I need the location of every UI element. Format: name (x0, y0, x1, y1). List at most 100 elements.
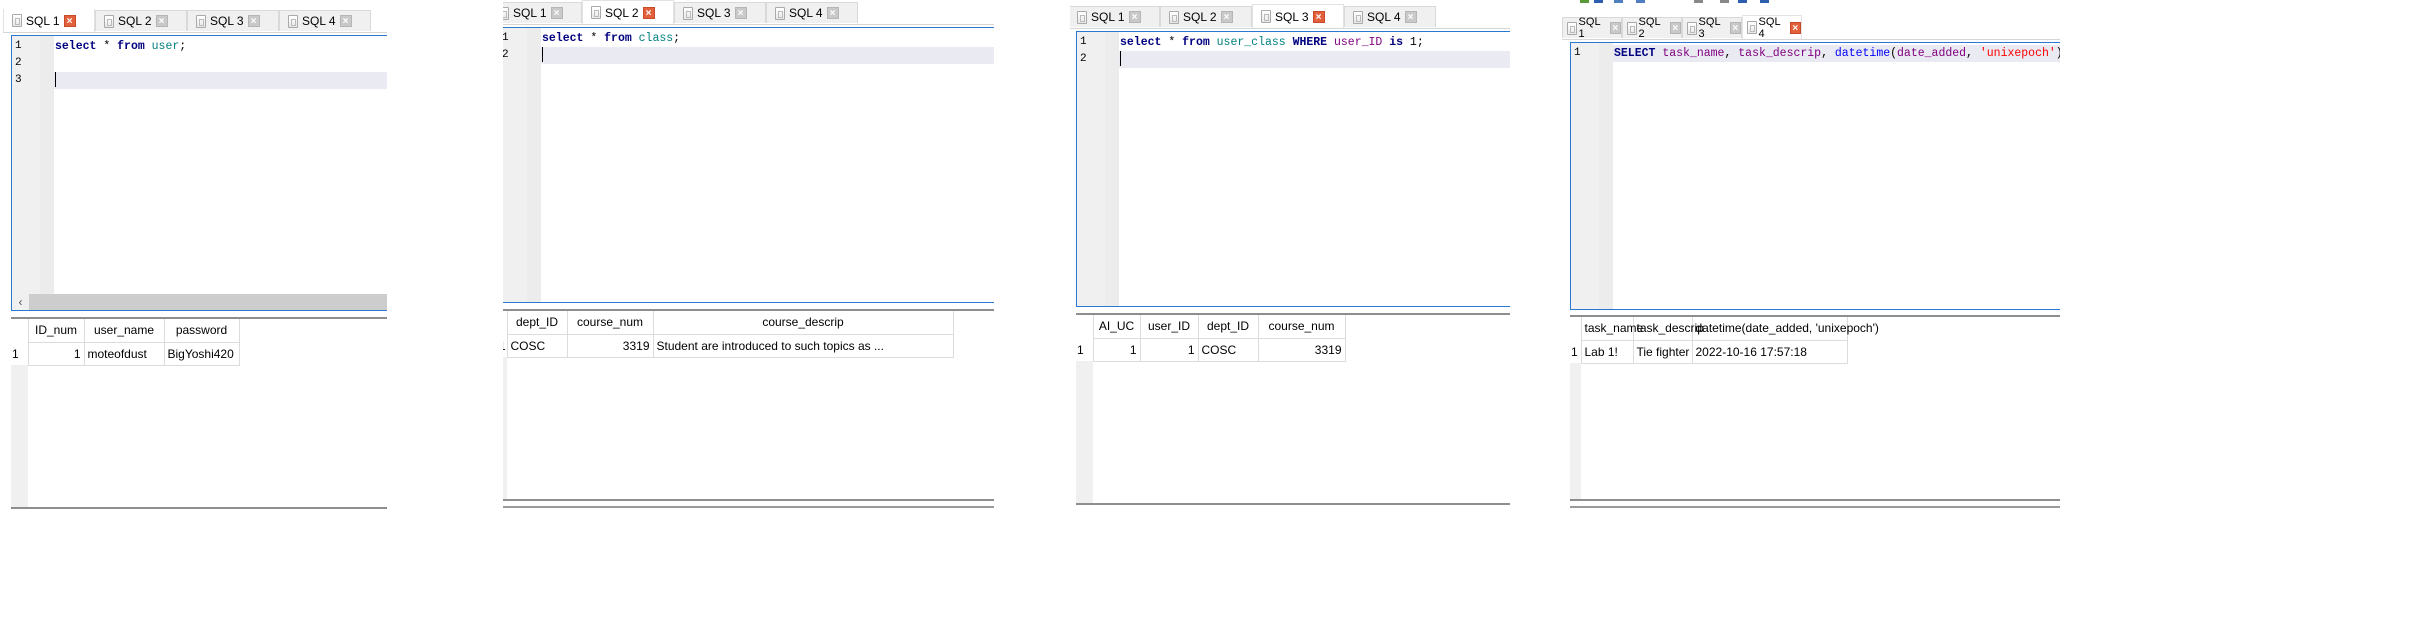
close-tab-icon[interactable]: × (1789, 21, 1802, 34)
sql-text: , (1821, 47, 1835, 60)
close-tab-icon[interactable]: × (1729, 22, 1742, 34)
line-number-gutter (1077, 32, 1105, 306)
sql-editor[interactable]: 1 SELECT task_name, task_descrip, datetim… (1570, 42, 2060, 310)
sql-column-name: task_name (1662, 47, 1725, 60)
toolbar-button-icon[interactable] (1720, 0, 1729, 3)
tab-sql-4[interactable]: SQL 4 × (1344, 6, 1436, 27)
table-cell[interactable]: COSC (1197, 337, 1259, 362)
close-tab-icon[interactable]: × (1669, 22, 1682, 34)
column-header[interactable]: dept_ID (1197, 315, 1259, 339)
code-line[interactable] (541, 47, 994, 64)
chevron-left-icon[interactable]: ‹ (12, 294, 29, 310)
panel-content: SQL 1 × SQL 2 × SQL 3 × SQL 4 × 1 SELECT task_nam… (1562, 0, 2060, 512)
table-row[interactable]: 1Lab 1!Tie fighter lab2022-10-16 17:57:1… (1570, 339, 1848, 364)
tab-sql-1[interactable]: SQL 1 × (1070, 6, 1160, 27)
close-tab-icon[interactable]: × (1128, 11, 1141, 23)
column-header[interactable]: dept_ID (506, 311, 568, 335)
close-tab-icon[interactable]: × (155, 15, 168, 27)
tab-sql-4[interactable]: SQL 4 × (279, 10, 371, 31)
column-header[interactable]: course_num (1257, 315, 1346, 339)
table-cell[interactable]: BigYoshi420 (163, 341, 240, 366)
table-cell[interactable]: moteofdust (83, 341, 165, 366)
code-line[interactable] (54, 55, 387, 72)
tab-sql-4[interactable]: SQL 4 × (766, 2, 858, 23)
close-tab-icon[interactable]: × (550, 7, 563, 19)
column-header[interactable]: ID_num (27, 319, 85, 343)
tab-sql-1[interactable]: SQL 1 × (1562, 16, 1622, 40)
toolbar-button-icon[interactable] (1594, 0, 1603, 3)
table-cell[interactable]: Lab 1! (1580, 339, 1634, 364)
toolbar-button-icon[interactable] (1580, 0, 1589, 3)
sql-column-name: task_descrip (1738, 47, 1822, 60)
tab-sql-3[interactable]: SQL 3 × (187, 10, 279, 31)
code-line[interactable]: SELECT task_name, task_descrip, datetime… (1613, 45, 2060, 62)
document-icon (104, 14, 114, 28)
results-grid: AI_UC user_ID dept_ID course_num 1 1 1 COSC 3319 (1076, 313, 1510, 505)
toolbar-button-icon[interactable] (1760, 0, 1769, 3)
table-row[interactable]: 1COSC3319Student are introduced to such … (503, 333, 954, 358)
tab-sql-2[interactable]: SQL 2 × (1622, 16, 1682, 40)
text-cursor (542, 47, 543, 63)
table-cell[interactable]: 1 (1139, 337, 1199, 362)
close-tab-icon[interactable]: × (826, 7, 839, 19)
table-cell[interactable]: 3319 (566, 333, 654, 358)
close-tab-icon[interactable]: × (339, 15, 352, 27)
tab-sql-4[interactable]: SQL 4 × (1742, 15, 1802, 40)
line-number: 2 (15, 57, 22, 69)
close-tab-icon[interactable]: × (1220, 11, 1233, 23)
panel-content: SQL 1 × SQL 2 × SQL 3 × SQL 4 × 1 2 3 select * from… (3, 9, 387, 514)
table-cell[interactable]: Tie fighter lab (1632, 339, 1693, 364)
sql-editor[interactable]: 1 2 select * from user_class WHERE user_ID… (1076, 31, 1510, 307)
column-header[interactable]: user_name (83, 319, 165, 343)
tab-sql-3[interactable]: SQL 3 × (1682, 16, 1742, 40)
tab-label: SQL 4 (1367, 10, 1401, 24)
horizontal-scrollbar[interactable]: ‹ (12, 294, 387, 310)
table-row[interactable]: 1 1 moteofdust BigYoshi420 (11, 341, 240, 366)
column-header[interactable]: user_ID (1139, 315, 1199, 339)
table-cell[interactable]: 2022-10-16 17:57:18 (1691, 339, 1848, 364)
column-header[interactable]: password (163, 319, 240, 343)
toolbar-button-icon[interactable] (1738, 0, 1747, 3)
close-tab-icon[interactable]: × (1312, 10, 1325, 23)
close-tab-icon[interactable]: × (63, 14, 76, 27)
column-header[interactable]: course_descrip (652, 311, 954, 335)
tab-sql-3[interactable]: SQL 3 × (674, 2, 766, 23)
column-header[interactable]: AI_UC (1092, 315, 1141, 339)
code-line[interactable]: select * from user; (54, 38, 387, 55)
sql-editor-panel-2: SQL 1×SQL 2×SQL 3×SQL 4× 12select * from … (503, 0, 994, 510)
sql-editor[interactable]: 1 2 3 select * from user; ‹ (11, 35, 387, 311)
document-icon (1169, 10, 1179, 24)
tab-sql-3[interactable]: SQL 3 × (1252, 4, 1344, 28)
close-tab-icon[interactable]: × (1609, 22, 1622, 34)
tab-sql-2[interactable]: SQL 2 × (95, 10, 187, 31)
table-cell[interactable]: 1 (1092, 337, 1141, 362)
table-cell[interactable]: COSC (506, 333, 568, 358)
column-header[interactable]: course_num (566, 311, 654, 335)
table-cell[interactable]: 3319 (1257, 337, 1346, 362)
table-row[interactable]: 1 1 1 COSC 3319 (1076, 337, 1346, 362)
row-number: 1 (1570, 340, 1581, 363)
column-header[interactable]: task_descrip (1632, 317, 1704, 341)
close-tab-icon[interactable]: × (734, 7, 747, 19)
column-header[interactable]: task_name (1580, 317, 1643, 341)
sql-editor[interactable]: 12 select * from class; (503, 27, 994, 303)
tab-sql-1[interactable]: SQL 1 × (3, 9, 95, 32)
code-line[interactable]: select * from user_class WHERE user_ID i… (1119, 34, 1510, 51)
table-cell[interactable]: 1 (27, 341, 85, 366)
tab-sql-2[interactable]: SQL 2 × (582, 0, 674, 24)
code-line[interactable] (54, 72, 387, 89)
code-line[interactable] (1119, 51, 1510, 68)
toolbar-button-icon[interactable] (1614, 0, 1623, 3)
tab-sql-2[interactable]: SQL 2 × (1160, 6, 1252, 27)
close-tab-icon[interactable]: × (642, 6, 655, 19)
close-tab-icon[interactable]: × (247, 15, 260, 27)
table-cell[interactable]: Student are introduced to such topics as… (652, 333, 954, 358)
toolbar-button-icon[interactable] (1636, 0, 1645, 3)
close-tab-icon[interactable]: × (1404, 11, 1417, 23)
column-header[interactable]: datetime(date_added, 'unixepoch') (1691, 317, 1879, 341)
code-line[interactable]: select * from class; (541, 30, 994, 47)
line-number: 1 (503, 30, 509, 47)
toolbar-button-icon[interactable] (1694, 0, 1703, 3)
tab-sql-1[interactable]: SQL 1 × (503, 2, 582, 23)
